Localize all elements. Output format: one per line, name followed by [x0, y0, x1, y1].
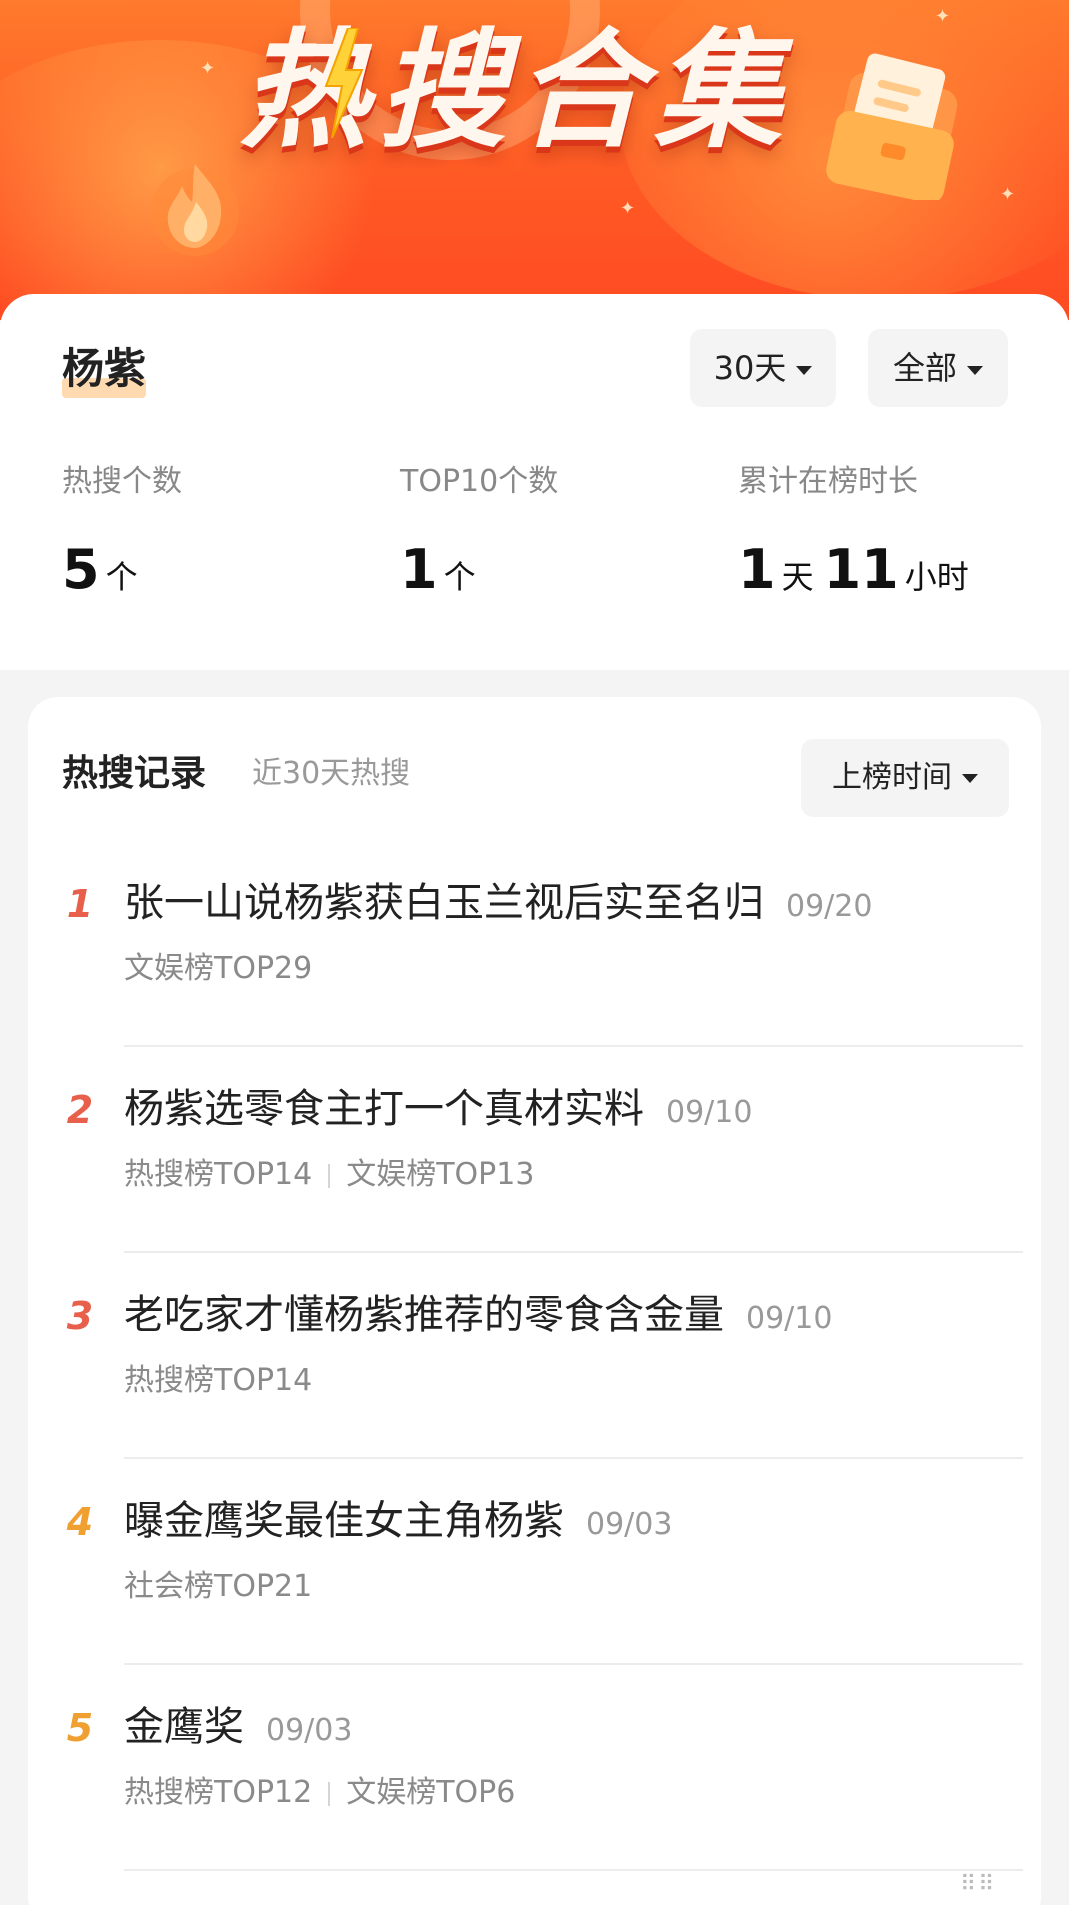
- stat-days-unit: 天: [781, 558, 814, 596]
- record-date: 09/03: [266, 1713, 353, 1748]
- stat-value-hot-count: 5个: [62, 540, 148, 613]
- rank-number: 5: [66, 1706, 94, 1750]
- list-item[interactable]: 2 杨紫选零食主打一个真材实料 09/10 热搜榜TOP14 文娱榜TOP13: [28, 1047, 1041, 1253]
- caret-down-icon: [967, 365, 983, 375]
- stat-days-number: 1: [738, 538, 776, 601]
- records-title: 热搜记录: [62, 753, 207, 794]
- rank-number: 4: [66, 1500, 94, 1544]
- stat-hours-unit: 小时: [904, 558, 969, 596]
- stat-value-top10-count: 1个: [400, 540, 486, 613]
- stat-hours-number: 11: [823, 538, 899, 601]
- ranking-tag: 文娱榜TOP13: [346, 1157, 535, 1192]
- ranking-tag: 文娱榜TOP29: [124, 951, 313, 986]
- person-name-text: 杨紫: [62, 344, 147, 393]
- ranking-tag: 社会榜TOP21: [124, 1569, 313, 1604]
- folder-icon: [826, 53, 958, 200]
- person-name: 杨紫: [62, 344, 147, 400]
- record-title[interactable]: 张一山说杨紫获白玉兰视后实至名归: [124, 880, 764, 926]
- list-item[interactable]: 3 老吃家才懂杨紫推荐的零食含金量 09/10 热搜榜TOP14: [28, 1253, 1041, 1459]
- header-banner: ✦ ✦ ✦ ✦ 热搜合集: [0, 0, 1069, 320]
- sparkle-icon: ✦: [1000, 184, 1016, 205]
- sparkle-icon: ✦: [200, 58, 216, 79]
- category-filter-dropdown[interactable]: 全部: [868, 329, 1008, 407]
- list-item[interactable]: 1 张一山说杨紫获白玉兰视后实至名归 09/20 文娱榜TOP29: [28, 841, 1041, 1047]
- list-item[interactable]: 4 曝金鹰奖最佳女主角杨紫 09/03 社会榜TOP21: [28, 1459, 1041, 1665]
- record-date: 09/10: [666, 1095, 753, 1130]
- list-item[interactable]: 5 金鹰奖 09/03 热搜榜TOP12 文娱榜TOP6: [28, 1665, 1041, 1871]
- rank-number: 3: [66, 1294, 94, 1338]
- stat-unit: 个: [105, 558, 138, 596]
- stat-label-top10-count: TOP10个数: [400, 464, 559, 499]
- caret-down-icon: [962, 774, 978, 783]
- tag-separator: [328, 1163, 331, 1188]
- rank-number: 2: [66, 1088, 94, 1132]
- sparkle-icon: ✦: [935, 6, 951, 27]
- record-date: 09/10: [746, 1301, 833, 1336]
- ranking-tag: 热搜榜TOP14: [124, 1157, 313, 1192]
- tag-separator: [328, 1781, 331, 1806]
- stat-value-total-duration: 1 天 11 小时: [738, 540, 979, 613]
- record-tags: 热搜榜TOP12 文娱榜TOP6: [124, 1771, 515, 1815]
- record-title-line: 曝金鹰奖最佳女主角杨紫 09/03: [124, 1493, 672, 1553]
- hot-search-records-card: 热搜记录 近30天热搜 上榜时间 1 张一山说杨紫获白玉兰视后实至名归 09/20 文…: [28, 697, 1041, 1905]
- record-tags: 热搜榜TOP14: [124, 1359, 312, 1403]
- ranking-tag: 热搜榜TOP14: [124, 1363, 313, 1398]
- divider: [124, 1869, 1023, 1871]
- record-title[interactable]: 杨紫选零食主打一个真材实料: [124, 1086, 644, 1132]
- ranking-tag: 文娱榜TOP6: [346, 1775, 516, 1810]
- record-title[interactable]: 金鹰奖: [124, 1704, 244, 1750]
- caret-down-icon: [796, 365, 813, 375]
- record-title-line: 金鹰奖 09/03: [124, 1699, 352, 1759]
- record-date: 09/20: [786, 889, 873, 924]
- period-filter-dropdown[interactable]: 30天: [690, 329, 836, 407]
- flame-icon: [151, 164, 239, 256]
- record-tags: 文娱榜TOP29: [124, 947, 312, 991]
- record-date: 09/03: [586, 1507, 673, 1542]
- sort-label: 上榜时间: [832, 760, 952, 795]
- record-tags: 热搜榜TOP14 文娱榜TOP13: [124, 1153, 534, 1197]
- record-title[interactable]: 老吃家才懂杨紫推荐的零食含金量: [124, 1292, 724, 1338]
- stat-number: 5: [62, 538, 100, 601]
- sparkle-icon: ✦: [620, 198, 636, 219]
- watermark-decoration: ⠿⠿: [960, 1872, 997, 1897]
- rank-number: 1: [66, 882, 94, 926]
- record-title[interactable]: 曝金鹰奖最佳女主角杨紫: [124, 1498, 564, 1544]
- ranking-tag: 热搜榜TOP12: [124, 1775, 313, 1810]
- sort-dropdown[interactable]: 上榜时间: [801, 739, 1009, 817]
- stat-number: 1: [400, 538, 438, 601]
- category-filter-label: 全部: [892, 349, 957, 387]
- lightning-icon: [324, 28, 364, 138]
- record-title-line: 老吃家才懂杨紫推荐的零食含金量 09/10: [124, 1287, 832, 1347]
- stat-unit: 个: [443, 558, 476, 596]
- record-tags: 社会榜TOP21: [124, 1565, 312, 1609]
- stat-label-total-duration: 累计在榜时长: [738, 464, 918, 499]
- record-title-line: 张一山说杨紫获白玉兰视后实至名归 09/20: [124, 875, 872, 935]
- records-subtitle: 近30天热搜: [252, 756, 411, 791]
- stat-label-hot-count: 热搜个数: [62, 464, 182, 499]
- period-filter-label: 30天: [713, 349, 787, 387]
- record-title-line: 杨紫选零食主打一个真材实料 09/10: [124, 1081, 752, 1141]
- summary-card: 杨紫 30天 全部 热搜个数 TOP10个数 累计在榜时长 5个 1个 1 天 11…: [0, 294, 1069, 670]
